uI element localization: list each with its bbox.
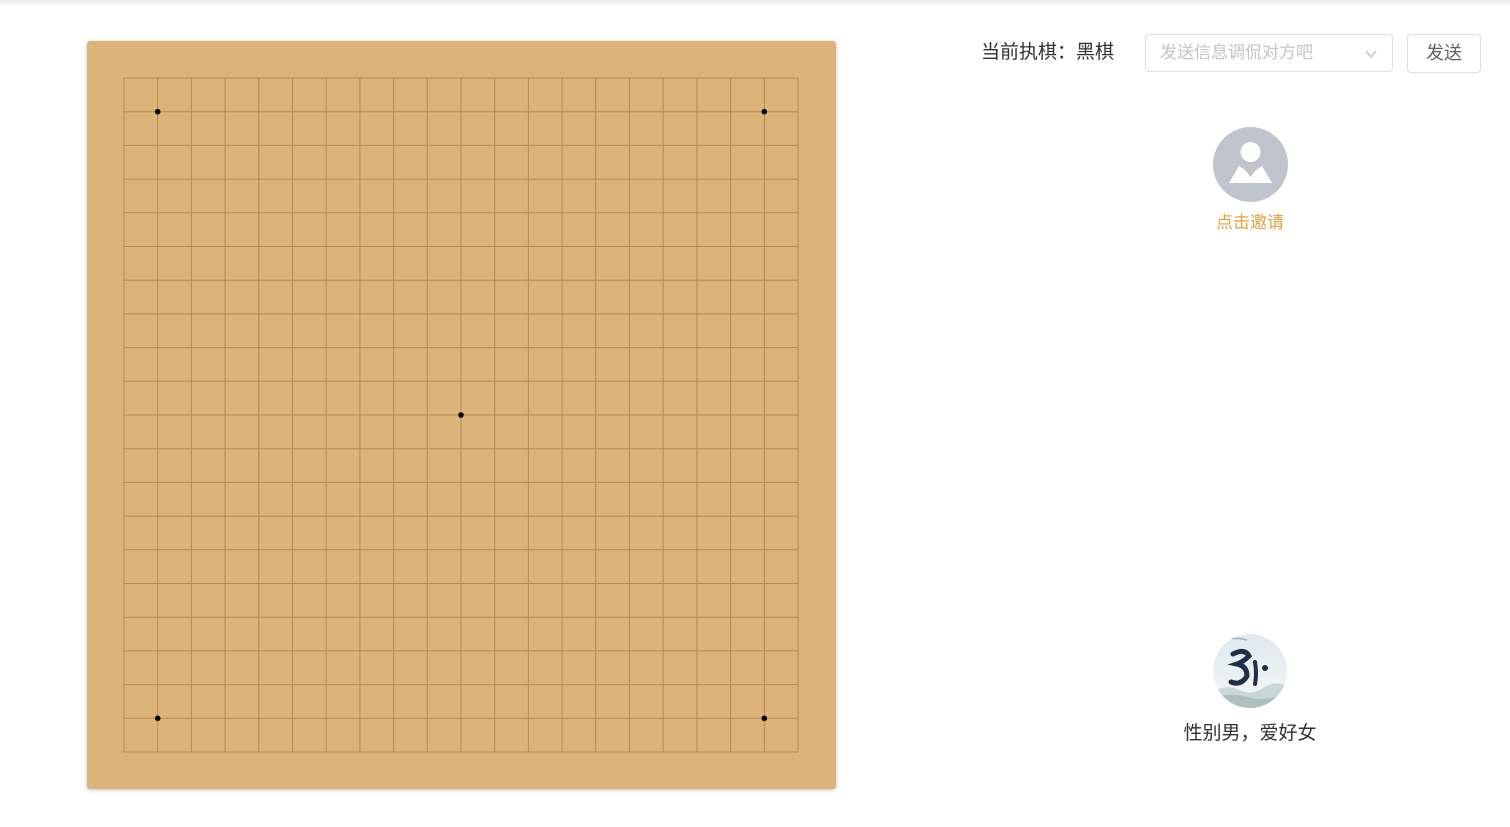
star-point	[154, 108, 161, 115]
star-point	[458, 412, 464, 418]
calligraphy-avatar	[1213, 634, 1287, 708]
top-bar	[0, 0, 1510, 6]
current-turn-status: 当前执棋：黑棋	[981, 41, 1115, 63]
self-name: 性别男，爱好女	[1183, 722, 1317, 744]
star-point	[761, 715, 768, 722]
opponent-avatar[interactable]	[1213, 127, 1288, 202]
star-point	[761, 108, 768, 115]
star-point	[154, 715, 161, 722]
invite-link[interactable]: 点击邀请	[1150, 212, 1350, 234]
go-board[interactable]	[87, 41, 836, 789]
message-select[interactable]: 发送信息调侃对方吧	[1145, 34, 1393, 72]
board-grid[interactable]	[87, 41, 836, 789]
message-placeholder: 发送信息调侃对方吧	[1160, 43, 1313, 63]
chevron-down-icon	[1365, 50, 1377, 59]
send-button[interactable]: 发送	[1407, 34, 1481, 73]
user-silhouette-icon	[1229, 142, 1272, 183]
self-avatar	[1213, 634, 1287, 708]
